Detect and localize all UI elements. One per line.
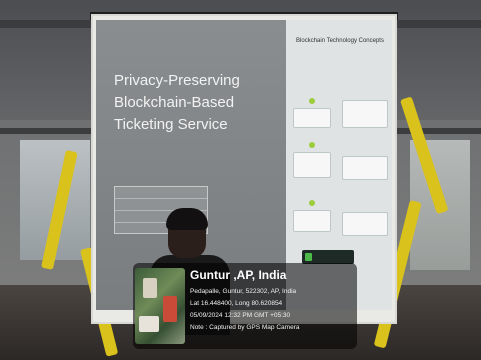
diagram-node bbox=[293, 210, 331, 232]
app-badge bbox=[302, 250, 354, 264]
person-hair bbox=[166, 208, 208, 230]
diagram-node bbox=[342, 100, 388, 128]
diagram-node bbox=[342, 156, 388, 180]
diagram-title: Blockchain Technology Concepts bbox=[296, 38, 384, 44]
slide-title-line: Blockchain-Based bbox=[114, 94, 235, 111]
diagram-node bbox=[342, 212, 388, 236]
diagram-icon bbox=[309, 98, 315, 104]
gps-datetime: 05/09/2024 12:32 PM GMT +05:30 bbox=[190, 312, 291, 319]
gps-credit: Note : Captured by GPS Map Camera bbox=[190, 324, 300, 331]
gps-city: Guntur ,AP, India bbox=[190, 268, 287, 282]
slide-title: Privacy-Preserving Blockchain-Based Tick… bbox=[114, 70, 274, 136]
slide-title-line: Ticketing Service bbox=[114, 116, 228, 133]
diagram-icon bbox=[309, 142, 315, 148]
photo-scene: Privacy-Preserving Blockchain-Based Tick… bbox=[0, 0, 481, 360]
map-thumbnail bbox=[135, 268, 185, 344]
diagram-node bbox=[293, 152, 331, 178]
gps-coords: Lat 16.448400, Long 80.620854 bbox=[190, 300, 283, 307]
gps-address: Pedapalle, Guntur, 522302, AP, India bbox=[190, 288, 297, 295]
diagram-node bbox=[293, 108, 331, 128]
slide-title-line: Privacy-Preserving bbox=[114, 72, 240, 89]
diagram-icon bbox=[309, 200, 315, 206]
